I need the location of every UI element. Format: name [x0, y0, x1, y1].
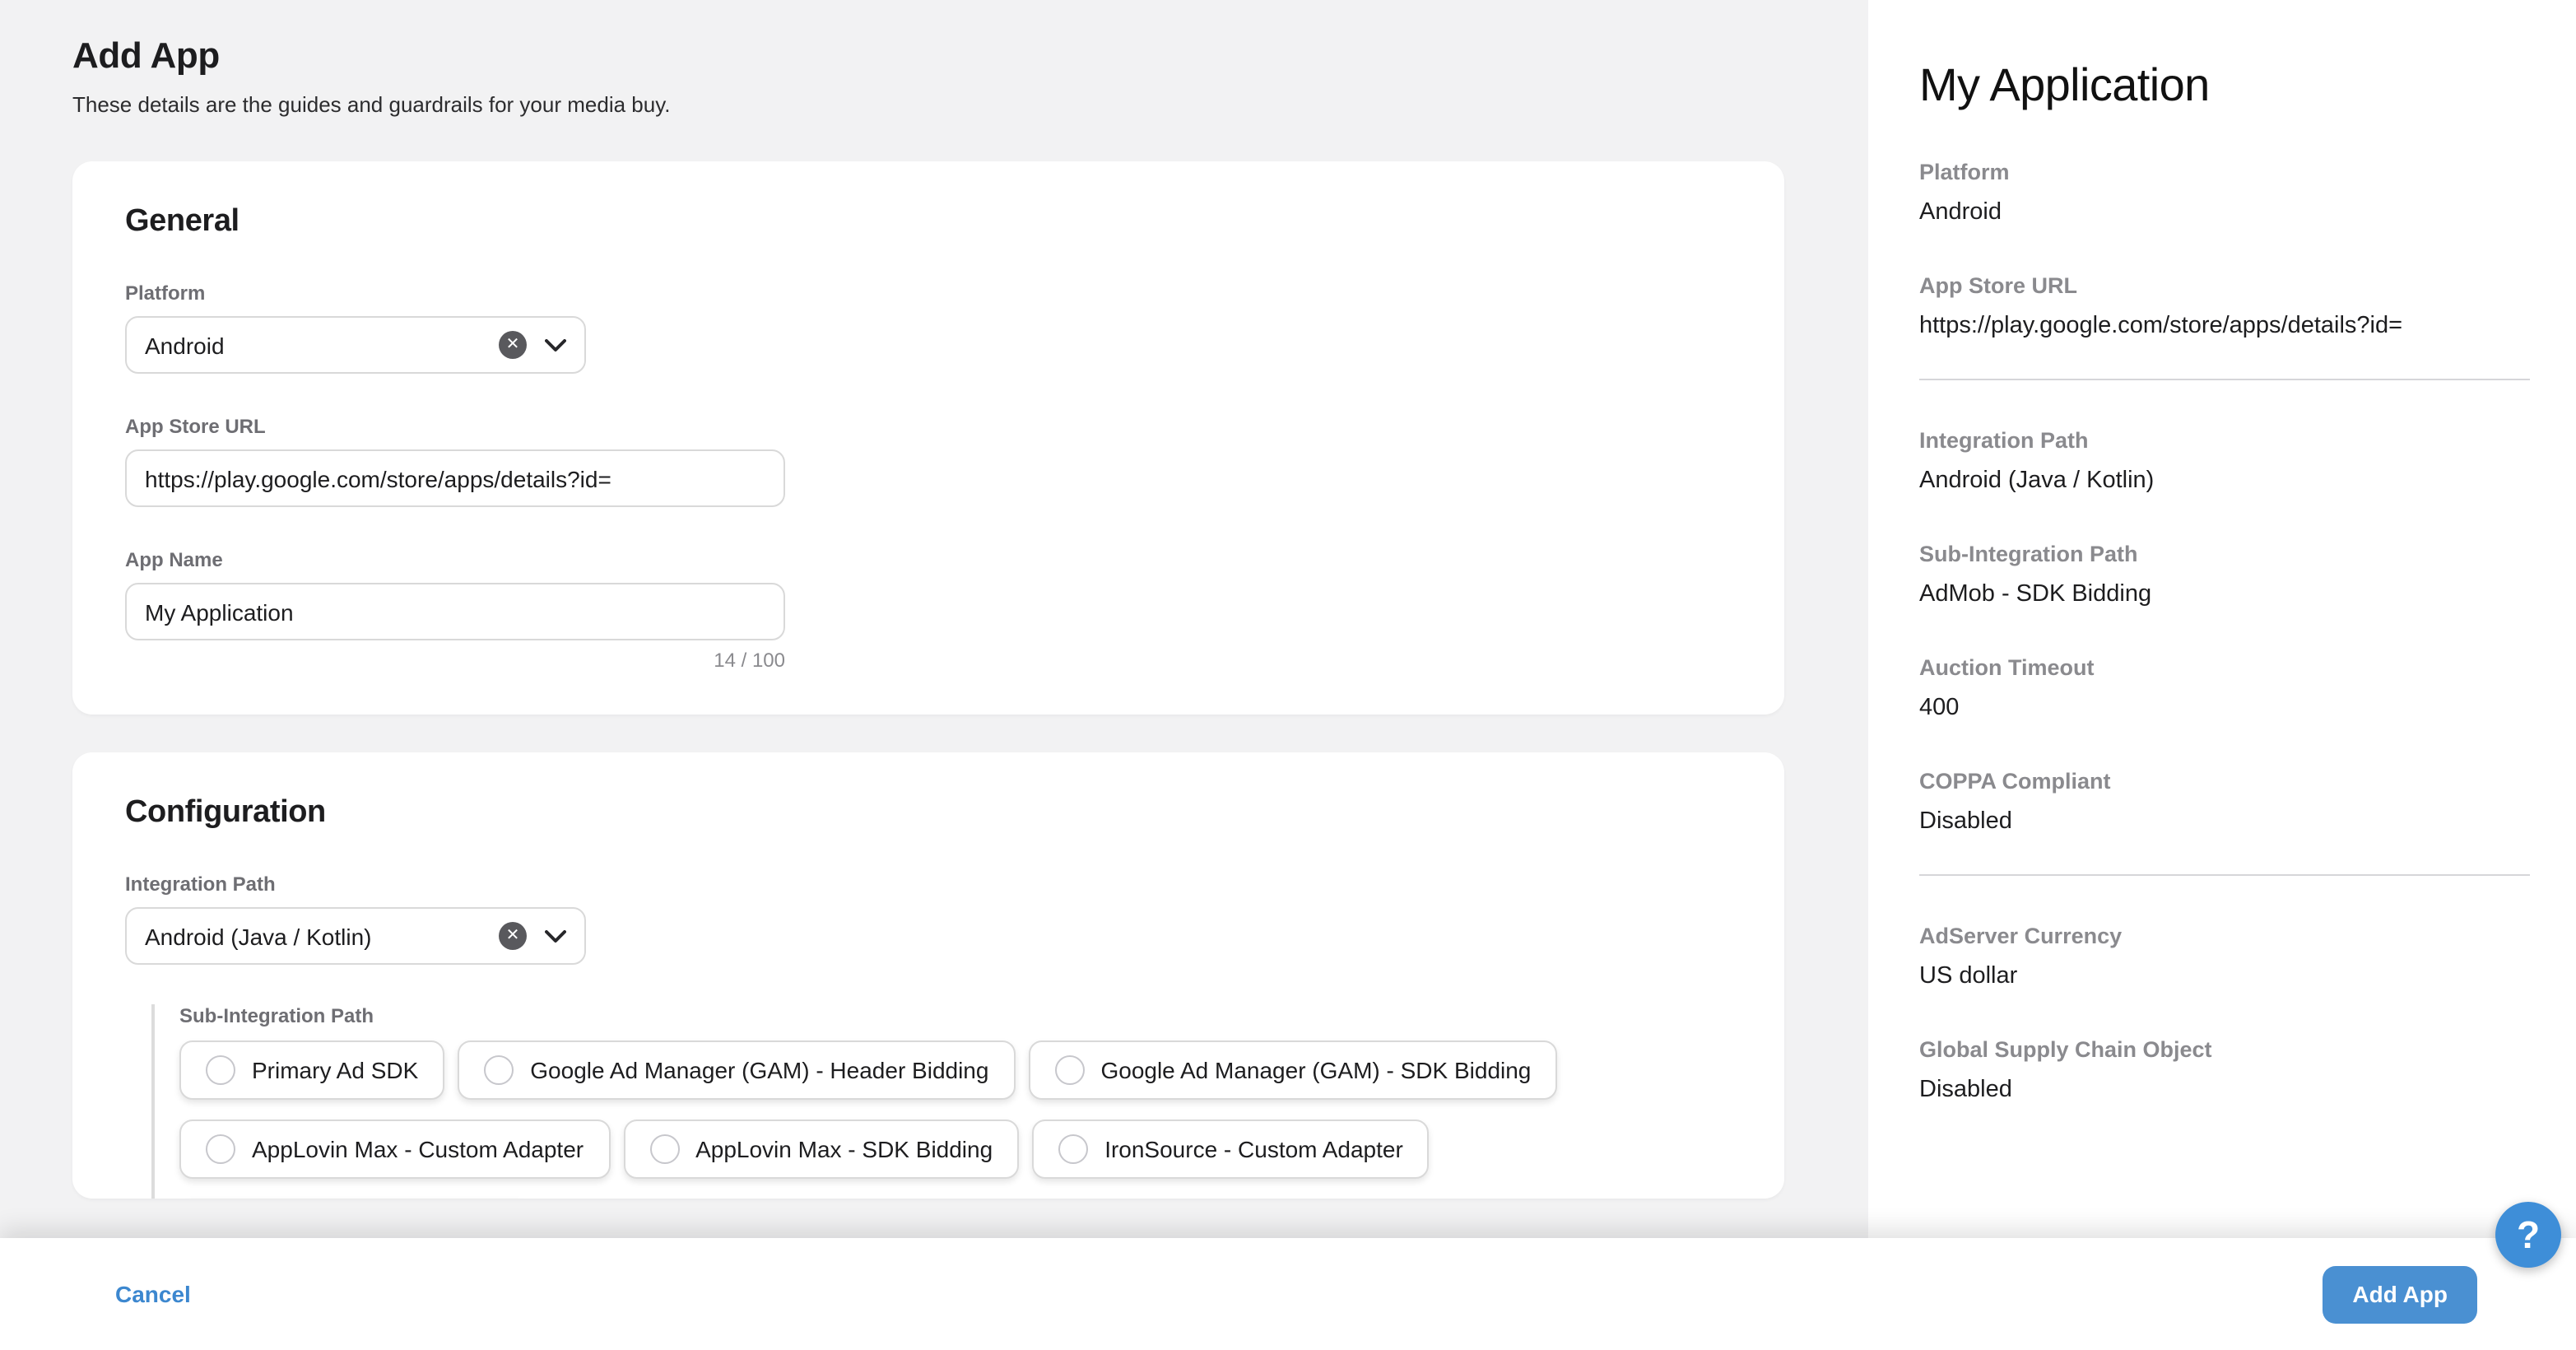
summary-field-value: Disabled	[1919, 1077, 2530, 1103]
summary-panel: My Application Platform Android App Store …	[1868, 0, 2576, 1350]
summary-field-value: AdMob - SDK Bidding	[1919, 581, 2530, 608]
configuration-card: Configuration Integration Path Android (…	[72, 752, 1784, 1199]
sub-integration-option-label: Google Ad Manager (GAM) - Header Bidding	[530, 1057, 988, 1083]
platform-field: Platform Android ✕	[125, 282, 1732, 374]
summary-field: AdServer Currency US dollar	[1919, 924, 2530, 989]
add-app-button[interactable]: Add App	[2323, 1265, 2477, 1323]
summary-field: Platform Android	[1919, 160, 2530, 226]
sub-integration-option-label: IronSource - Custom Adapter	[1104, 1136, 1403, 1162]
integration-path-label: Integration Path	[125, 873, 1732, 896]
general-card: General Platform Android ✕ App Store URL…	[72, 161, 1784, 715]
app-name-input[interactable]	[125, 583, 785, 640]
summary-field-label: Auction Timeout	[1919, 655, 2530, 680]
summary-field-label: COPPA Compliant	[1919, 769, 2530, 794]
sub-integration-option-label: Google Ad Manager (GAM) - SDK Bidding	[1100, 1057, 1531, 1083]
help-button[interactable]: ?	[2495, 1202, 2561, 1268]
summary-field-label: App Store URL	[1919, 273, 2530, 298]
sub-integration-option-label: AppLovin Max - Custom Adapter	[252, 1136, 584, 1162]
sub-integration-option[interactable]: Google Ad Manager (GAM) - SDK Bidding	[1028, 1040, 1557, 1100]
app-store-url-field: App Store URL	[125, 415, 1732, 507]
radio-icon	[206, 1055, 235, 1085]
integration-path-clear-icon[interactable]: ✕	[499, 922, 527, 950]
radio-icon	[206, 1134, 235, 1164]
summary-field-value: https://play.google.com/store/apps/detai…	[1919, 313, 2530, 339]
sub-integration-option[interactable]: AppLovin Max - Custom Adapter	[179, 1120, 610, 1179]
summary-field-label: Integration Path	[1919, 428, 2530, 453]
app-store-url-input[interactable]	[125, 449, 785, 507]
sub-integration-option-label: Primary Ad SDK	[252, 1057, 418, 1083]
sub-integration-option-label: AppLovin Max - SDK Bidding	[695, 1136, 993, 1162]
footer-bar: Cancel Add App	[0, 1238, 2576, 1350]
summary-field-label: AdServer Currency	[1919, 924, 2530, 948]
sub-integration-option[interactable]: AppLovin Max - SDK Bidding	[623, 1120, 1019, 1179]
configuration-heading: Configuration	[125, 795, 1732, 831]
app-store-url-label: App Store URL	[125, 415, 1732, 438]
summary-field-label: Global Supply Chain Object	[1919, 1037, 2530, 1062]
summary-field-value: US dollar	[1919, 963, 2530, 989]
summary-divider	[1919, 379, 2530, 380]
sub-integration-options: Primary Ad SDK Google Ad Manager (GAM) - …	[179, 1040, 1704, 1199]
chevron-down-icon[interactable]	[545, 338, 566, 351]
platform-select[interactable]: Android ✕	[125, 316, 586, 374]
summary-field: App Store URL https://play.google.com/sto…	[1919, 273, 2530, 339]
summary-field-label: Sub-Integration Path	[1919, 542, 2530, 566]
summary-field: Auction Timeout 400	[1919, 655, 2530, 721]
general-heading: General	[125, 204, 1732, 240]
add-app-page: Add App These details are the guides and…	[0, 0, 2576, 1350]
sub-integration-option[interactable]: Google Ad Manager (GAM) - Header Bidding	[458, 1040, 1015, 1100]
platform-clear-icon[interactable]: ✕	[499, 331, 527, 359]
sub-integration-option[interactable]: Primary Ad SDK	[179, 1040, 444, 1100]
app-name-label: App Name	[125, 548, 1732, 571]
page-title: Add App	[72, 35, 1786, 77]
cancel-button[interactable]: Cancel	[115, 1281, 191, 1307]
summary-field-value: Android (Java / Kotlin)	[1919, 468, 2530, 494]
sub-integration-section: Sub-Integration Path Primary Ad SDK Googl…	[151, 1004, 1732, 1199]
platform-label: Platform	[125, 282, 1732, 305]
summary-field: Sub-Integration Path AdMob - SDK Bidding	[1919, 542, 2530, 608]
page-header: Add App These details are the guides and…	[0, 0, 1868, 117]
summary-field: COPPA Compliant Disabled	[1919, 769, 2530, 835]
chevron-down-icon[interactable]	[545, 929, 566, 943]
summary-fields: Platform Android App Store URL https://play…	[1919, 160, 2530, 1103]
summary-field-value: Android	[1919, 199, 2530, 226]
integration-path-select-value: Android (Java / Kotlin)	[145, 923, 499, 949]
integration-path-select[interactable]: Android (Java / Kotlin) ✕	[125, 907, 586, 965]
radio-icon	[649, 1134, 679, 1164]
radio-icon	[1058, 1134, 1088, 1164]
app-name-char-counter: 14 / 100	[125, 649, 785, 672]
summary-field: Global Supply Chain Object Disabled	[1919, 1037, 2530, 1103]
summary-field: Integration Path Android (Java / Kotlin)	[1919, 428, 2530, 494]
radio-icon	[484, 1055, 514, 1085]
summary-field-value: 400	[1919, 695, 2530, 721]
summary-app-name: My Application	[1919, 59, 2530, 112]
summary-field-label: Platform	[1919, 160, 2530, 184]
platform-select-value: Android	[145, 332, 499, 358]
sub-integration-label: Sub-Integration Path	[179, 1004, 1732, 1027]
page-subtitle: These details are the guides and guardra…	[72, 92, 1786, 117]
question-mark-icon: ?	[2517, 1213, 2540, 1257]
summary-field-value: Disabled	[1919, 808, 2530, 835]
summary-divider	[1919, 874, 2530, 876]
sub-integration-option[interactable]: IronSource - Custom Adapter	[1032, 1120, 1430, 1179]
integration-path-field: Integration Path Android (Java / Kotlin)…	[125, 873, 1732, 965]
app-name-field: App Name 14 / 100	[125, 548, 1732, 672]
main-content-column: Add App These details are the guides and…	[0, 0, 1868, 1350]
radio-icon	[1054, 1055, 1084, 1085]
